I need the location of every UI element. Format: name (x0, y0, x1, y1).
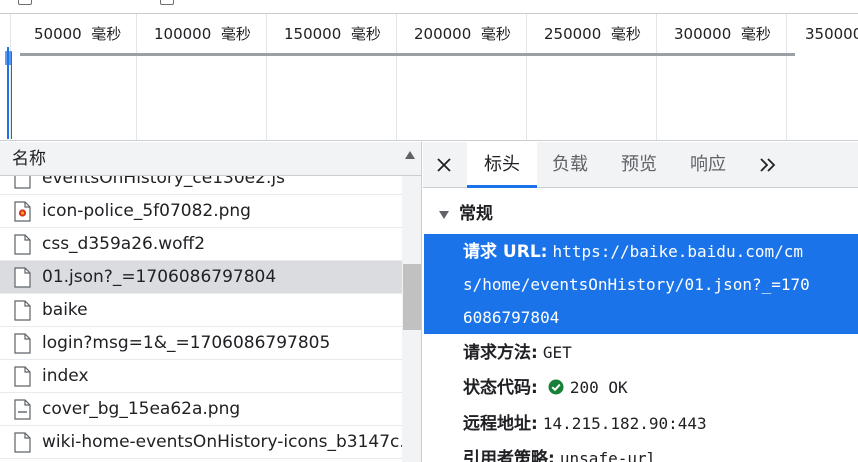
timeline-range-bar (20, 53, 795, 56)
timeline-gridline (266, 14, 267, 140)
document-file-icon (14, 333, 31, 354)
general-section-header[interactable]: 常规 (423, 198, 858, 232)
scrollbar-thumb[interactable] (403, 264, 421, 330)
dom-content-loaded-line (7, 47, 9, 139)
request-list: eventsOnHistory_ce130e2.js icon-police_5… (0, 176, 402, 462)
document-file-icon (14, 432, 31, 453)
timeline-tick-label: 300000 毫秒 (674, 25, 771, 43)
request-name: 01.json?_=1706086797804 (42, 267, 277, 287)
remote-address-label: 远程地址: (463, 414, 538, 434)
more-tabs-chevron-icon[interactable] (758, 156, 778, 174)
request-row-selected[interactable]: 01.json?_=1706086797804 (0, 261, 402, 294)
timeline-tick-label: 150000 毫秒 (284, 25, 381, 43)
sort-ascending-icon (405, 151, 415, 159)
request-row[interactable]: index (0, 360, 402, 393)
request-name: baike (42, 300, 88, 320)
status-code-label: 状态代码: (463, 378, 538, 398)
success-check-icon (548, 379, 564, 395)
request-url-value-part2: s/home/eventsOnHistory/01.json?_=170 (463, 275, 810, 294)
tab-headers[interactable]: 标头 (467, 142, 537, 188)
script-file-icon (14, 176, 31, 189)
network-overview-timeline[interactable]: 50000 毫秒 100000 毫秒 150000 毫秒 200000 毫秒 2… (0, 14, 858, 141)
tab-preview[interactable]: 预览 (606, 142, 672, 188)
request-row[interactable]: wiki-home-eventsOnHistory-icons_b3147c..… (0, 426, 402, 459)
referrer-policy-label: 引用者策略: (463, 449, 555, 462)
request-list-pane: 名称 eventsOnHistory_ce130e2.js icon-polic… (0, 142, 422, 462)
image-file-icon (14, 399, 31, 420)
image-file-icon (14, 201, 31, 222)
request-url-value-part3: 6086797804 (463, 308, 560, 327)
request-name: icon-police_5f07082.png (42, 201, 251, 221)
request-url-label: 请求 URL: (463, 242, 548, 262)
referrer-policy-value: unsafe-url (559, 449, 657, 462)
option-checkbox-1[interactable] (18, 0, 32, 5)
timeline-gridline (656, 14, 657, 140)
name-column-label: 名称 (12, 149, 46, 169)
request-url-row[interactable]: 请求 URL: https://baike.baidu.com/cm s/hom… (424, 234, 858, 334)
filter-options-strip (0, 0, 858, 14)
request-name: cover_bg_15ea62a.png (42, 399, 241, 419)
timeline-tick-label: 50000 毫秒 (34, 25, 122, 43)
request-name: index (42, 366, 89, 386)
request-row[interactable]: cover_bg_15ea62a.png (0, 393, 402, 426)
tab-payload[interactable]: 负载 (537, 142, 603, 188)
request-url-value-part1: https://baike.baidu.com/cm (552, 242, 803, 261)
request-row[interactable]: css_d359a26.woff2 (0, 228, 402, 261)
status-code-row: 状态代码: 200 OK (463, 377, 628, 399)
close-icon[interactable] (435, 156, 453, 174)
option-checkbox-2[interactable] (160, 0, 174, 5)
remote-address-row: 远程地址: 14.215.182.90:443 (463, 413, 707, 435)
timeline-gridline (396, 14, 397, 140)
request-list-scrollbar[interactable] (402, 176, 421, 462)
status-code-value: 200 OK (569, 378, 628, 397)
request-row[interactable]: baike (0, 294, 402, 327)
timeline-gridline (786, 14, 787, 140)
referrer-policy-row: 引用者策略: unsafe-url (463, 448, 656, 462)
name-column-header[interactable]: 名称 (0, 142, 421, 176)
document-file-icon (14, 300, 31, 321)
request-method-label: 请求方法: (463, 343, 538, 363)
section-title: 常规 (459, 204, 493, 224)
timeline-gridline (136, 14, 137, 140)
document-file-icon (14, 366, 31, 387)
request-url-line: 请求 URL: https://baike.baidu.com/cm (463, 241, 803, 263)
expand-triangle-icon (439, 211, 449, 219)
font-file-icon (14, 234, 31, 255)
request-method-value: GET (542, 343, 572, 362)
timeline-tick-label: 200000 毫秒 (414, 25, 511, 43)
request-name: wiki-home-eventsOnHistory-icons_b3147c..… (42, 432, 402, 452)
request-method-row: 请求方法: GET (463, 342, 572, 364)
timeline-tick-label: 350000 (805, 25, 858, 43)
request-row[interactable]: login?msg=1&_=1706086797805 (0, 327, 402, 360)
request-row[interactable]: icon-police_5f07082.png (0, 195, 402, 228)
load-event-line (11, 52, 12, 139)
request-name: eventsOnHistory_ce130e2.js (42, 176, 285, 188)
tab-response[interactable]: 响应 (675, 142, 741, 188)
timeline-tick-label: 250000 毫秒 (544, 25, 641, 43)
details-tab-bar: 标头 负载 预览 响应 (423, 142, 858, 188)
timeline-tick-label: 100000 毫秒 (154, 25, 251, 43)
document-file-icon (14, 267, 31, 288)
remote-address-value: 14.215.182.90:443 (542, 414, 707, 433)
request-name: login?msg=1&_=1706086797805 (42, 333, 331, 353)
request-details-pane: 标头 负载 预览 响应 常规 请求 URL: https://baike.bai… (423, 142, 858, 462)
timeline-gridline (526, 14, 527, 140)
request-row[interactable]: eventsOnHistory_ce130e2.js (0, 176, 402, 195)
request-name: css_d359a26.woff2 (42, 234, 206, 254)
